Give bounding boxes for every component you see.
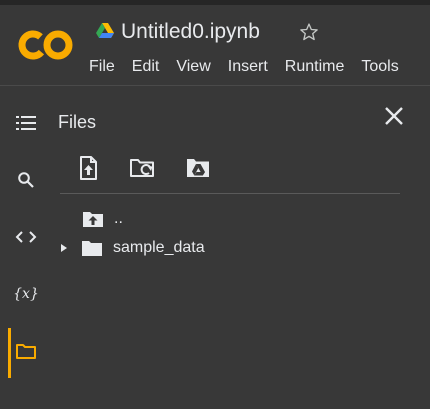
header-divider	[0, 85, 430, 86]
tree-item-label: sample_data	[113, 239, 205, 256]
menu-runtime[interactable]: Runtime	[285, 57, 345, 77]
colab-logo[interactable]	[18, 27, 74, 63]
files-button[interactable]	[8, 336, 44, 366]
list-icon	[16, 116, 36, 130]
header: Untitled0.ipynb File Edit View Insert Ru…	[0, 5, 430, 85]
code-icon	[15, 231, 37, 243]
table-of-contents-button[interactable]	[8, 108, 44, 138]
menu-edit[interactable]: Edit	[132, 57, 160, 77]
menu-bar: File Edit View Insert Runtime Tools	[89, 57, 399, 77]
code-snippets-button[interactable]	[8, 222, 44, 252]
upload-file-icon[interactable]	[74, 154, 102, 182]
folder-icon	[16, 344, 36, 359]
tree-item-sample-data[interactable]: sample_data	[58, 236, 205, 260]
notebook-title[interactable]: Untitled0.ipynb	[121, 19, 260, 45]
refresh-folder-icon[interactable]	[128, 154, 156, 182]
menu-view[interactable]: View	[176, 57, 210, 77]
files-panel-title: Files	[58, 112, 97, 132]
toolbar-divider	[60, 193, 400, 194]
find-button[interactable]	[8, 165, 44, 195]
variables-icon: {x}	[13, 286, 39, 302]
mount-drive-icon[interactable]	[184, 154, 212, 182]
variables-button[interactable]: {x}	[8, 279, 44, 309]
menu-tools[interactable]: Tools	[361, 57, 398, 77]
close-icon[interactable]	[382, 104, 406, 128]
menu-file[interactable]: File	[89, 57, 115, 77]
folder-up-icon	[83, 212, 103, 227]
parent-directory-row[interactable]: ..	[82, 207, 123, 231]
parent-directory-label: ..	[114, 210, 123, 227]
menu-insert[interactable]: Insert	[228, 57, 268, 77]
google-drive-icon	[96, 23, 114, 38]
folder-icon	[82, 241, 102, 256]
rail-active-indicator	[8, 328, 11, 378]
expand-arrow-icon[interactable]	[58, 242, 70, 254]
star-icon[interactable]	[299, 22, 319, 42]
search-icon	[18, 172, 34, 188]
